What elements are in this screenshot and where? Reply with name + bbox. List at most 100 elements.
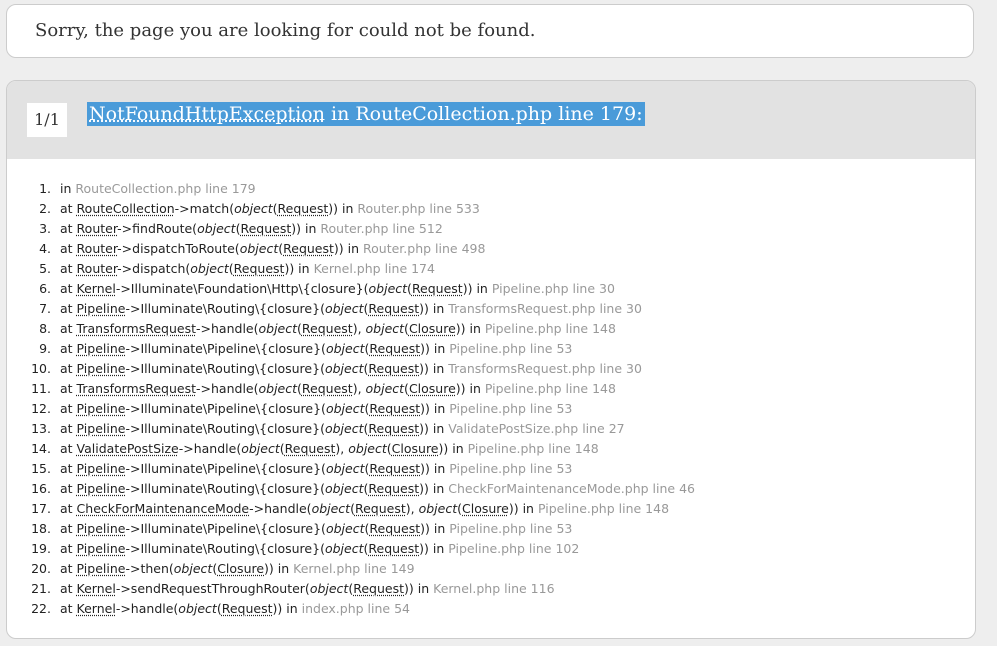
class-abbr[interactable]: Pipeline — [77, 401, 126, 416]
trace-fragment: )) in — [438, 441, 468, 456]
class-abbr[interactable]: Pipeline — [77, 561, 126, 576]
trace-fragment: )) in — [419, 481, 449, 496]
class-abbr[interactable]: RouteCollection — [77, 201, 175, 216]
trace-number: 21. — [31, 581, 51, 596]
class-abbr[interactable]: Request — [368, 421, 419, 436]
class-abbr[interactable]: Request — [369, 341, 420, 356]
class-abbr[interactable]: Request — [222, 601, 273, 616]
trace-fragment: ->Illuminate\Routing\{closure}( — [125, 481, 325, 496]
class-abbr[interactable]: Closure — [409, 321, 456, 336]
class-abbr[interactable]: CheckForMaintenanceMode — [77, 501, 250, 516]
class-abbr[interactable]: Request — [369, 401, 420, 416]
trace-fragment: ), — [335, 441, 349, 456]
trace-fragment: ), — [352, 381, 366, 396]
trace-fragment: ->Illuminate\Routing\{closure}( — [125, 361, 325, 376]
trace-text: at Router->dispatch(object(Request)) in … — [60, 259, 435, 279]
class-abbr[interactable]: Request — [353, 581, 404, 596]
class-abbr[interactable]: Request — [302, 321, 353, 336]
trace-fragment: )) in — [420, 521, 450, 536]
trace-fragment: at — [60, 301, 77, 316]
trace-text: at Pipeline->Illuminate\Pipeline\{closur… — [60, 339, 572, 359]
class-abbr[interactable]: Request — [302, 381, 353, 396]
class-abbr[interactable]: Request — [278, 201, 329, 216]
trace-fragment: at — [60, 201, 77, 216]
class-abbr[interactable]: Request — [283, 241, 334, 256]
class-abbr[interactable]: Request — [240, 221, 291, 236]
class-abbr[interactable]: Pipeline — [77, 421, 126, 436]
class-abbr[interactable]: Kernel — [77, 601, 116, 616]
trace-number: 15. — [31, 461, 51, 476]
trace-fragment: in — [60, 181, 76, 196]
class-abbr[interactable]: TransformsRequest — [77, 321, 196, 336]
class-abbr[interactable]: Request — [412, 281, 463, 296]
trace-fragment: )) in — [419, 361, 449, 376]
trace-fragment: )) in — [420, 341, 450, 356]
class-abbr[interactable]: Pipeline — [77, 521, 126, 536]
trace-fragment: at — [60, 441, 77, 456]
arg-type: object — [258, 321, 298, 336]
class-abbr[interactable]: Request — [355, 501, 406, 516]
trace-fragment: at — [60, 561, 77, 576]
class-abbr[interactable]: Closure — [392, 441, 439, 456]
class-abbr[interactable]: Pipeline — [77, 341, 126, 356]
file-location: Pipeline.php line 53 — [449, 341, 573, 356]
class-abbr[interactable]: Pipeline — [77, 461, 126, 476]
trace-number: 11. — [31, 381, 51, 396]
exception-header: 1/1 NotFoundHttpException in RouteCollec… — [7, 81, 975, 159]
class-abbr[interactable]: Request — [234, 261, 285, 276]
trace-fragment: ->Illuminate\Foundation\Http\{closure}( — [115, 281, 369, 296]
trace-text: at Kernel->handle(object(Request)) in in… — [60, 599, 410, 619]
class-abbr[interactable]: Request — [369, 461, 420, 476]
file-location: Pipeline.php line 148 — [467, 441, 599, 456]
class-abbr[interactable]: Router — [77, 221, 118, 236]
trace-text: at Router->findRoute(object(Request)) in… — [60, 219, 443, 239]
class-abbr[interactable]: Router — [77, 241, 118, 256]
trace-number: 8. — [39, 321, 51, 336]
arg-type: object — [324, 301, 364, 316]
class-abbr[interactable]: Request — [368, 481, 419, 496]
class-abbr[interactable]: Request — [369, 521, 420, 536]
trace-fragment: )) in — [419, 301, 449, 316]
class-abbr[interactable]: Kernel — [77, 581, 116, 596]
trace-number: 3. — [39, 221, 51, 236]
trace-fragment: ->handle( — [115, 601, 179, 616]
exception-title[interactable]: NotFoundHttpException in RouteCollection… — [87, 102, 645, 126]
trace-fragment: )) in — [333, 241, 364, 256]
arg-type: object — [324, 421, 364, 436]
not-found-message: Sorry, the page you are looking for coul… — [35, 20, 536, 41]
trace-number: 7. — [39, 301, 51, 316]
trace-text: at TransformsRequest->handle(object(Requ… — [60, 319, 616, 339]
class-abbr[interactable]: Request — [368, 541, 419, 556]
arg-type: object — [325, 461, 365, 476]
trace-text: at ValidatePostSize->handle(object(Reque… — [60, 439, 599, 459]
trace-fragment: ->Illuminate\Pipeline\{closure}( — [125, 461, 326, 476]
trace-number: 2. — [39, 201, 51, 216]
trace-fragment: ), — [405, 501, 419, 516]
trace-number: 17. — [31, 501, 51, 516]
class-abbr[interactable]: Closure — [409, 381, 456, 396]
class-abbr[interactable]: Router — [77, 261, 118, 276]
file-location: Router.php line 533 — [357, 201, 480, 216]
class-abbr[interactable]: Pipeline — [77, 481, 126, 496]
file-location: Pipeline.php line 148 — [484, 381, 616, 396]
class-abbr[interactable]: Request — [285, 441, 336, 456]
class-abbr[interactable]: ValidatePostSize — [77, 441, 179, 456]
trace-number: 6. — [39, 281, 51, 296]
class-abbr[interactable]: TransformsRequest — [77, 381, 196, 396]
class-abbr[interactable]: Request — [368, 301, 419, 316]
exception-class[interactable]: NotFoundHttpException — [89, 103, 325, 125]
trace-text: at Pipeline->Illuminate\Routing\{closure… — [60, 479, 695, 499]
class-abbr[interactable]: Pipeline — [77, 361, 126, 376]
class-abbr[interactable]: Kernel — [77, 281, 116, 296]
class-abbr[interactable]: Pipeline — [77, 301, 126, 316]
class-abbr[interactable]: Closure — [462, 501, 509, 516]
class-abbr[interactable]: Closure — [217, 561, 264, 576]
class-abbr[interactable]: Request — [368, 361, 419, 376]
class-abbr[interactable]: Pipeline — [77, 541, 126, 556]
trace-fragment: ->handle( — [178, 441, 242, 456]
trace-number: 10. — [31, 361, 51, 376]
trace-fragment: )) in — [404, 581, 434, 596]
trace-fragment: at — [60, 401, 77, 416]
trace-fragment: at — [60, 541, 77, 556]
trace-fragment: ->match( — [174, 201, 235, 216]
